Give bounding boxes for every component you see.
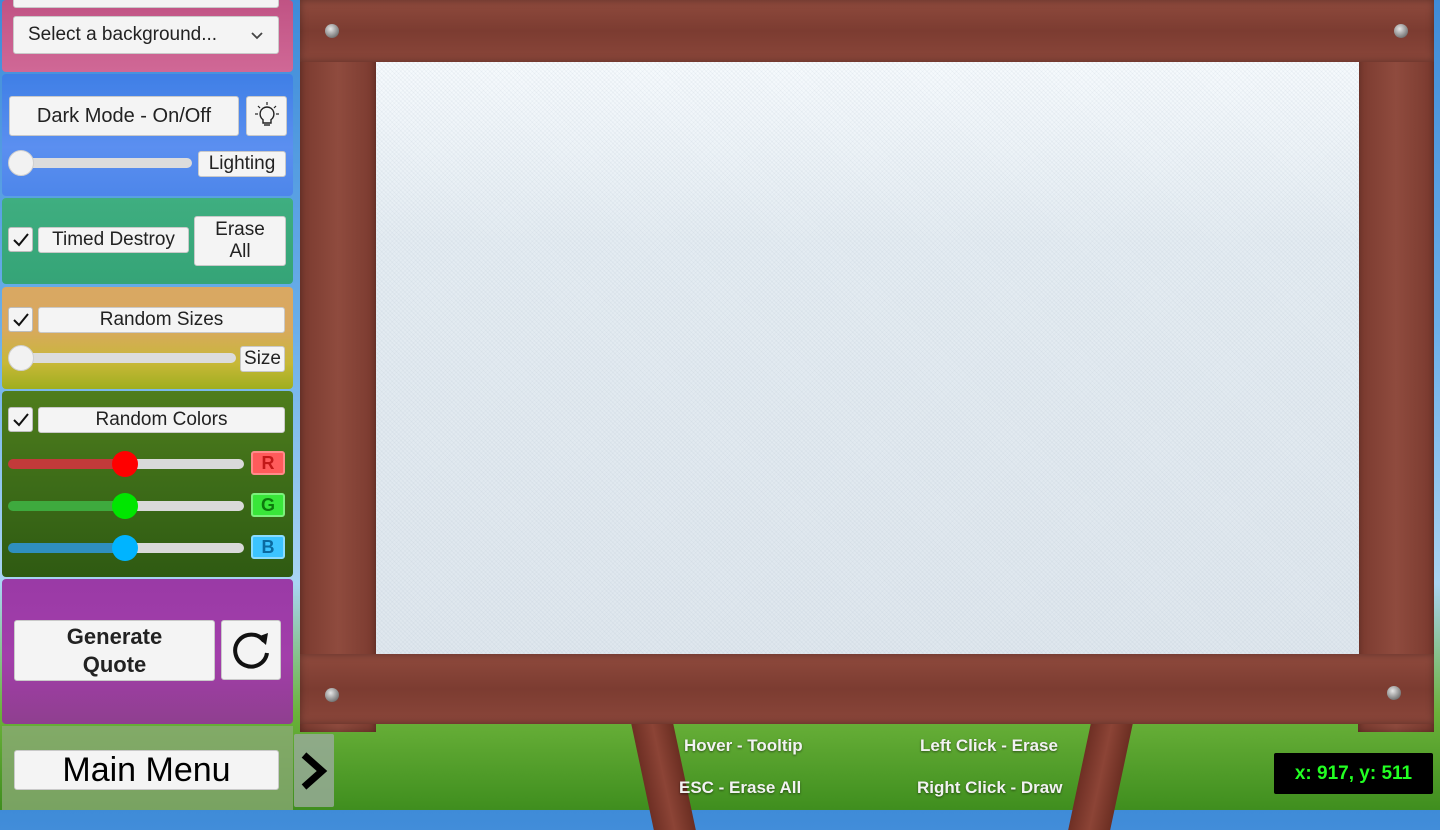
chevron-down-icon <box>251 32 263 40</box>
dark-mode-button[interactable]: Dark Mode - On/Off <box>9 96 239 136</box>
generate-quote-button[interactable]: Generate Quote <box>14 620 215 681</box>
lightbulb-icon <box>254 102 279 126</box>
sizes-panel <box>2 287 293 389</box>
lighting-label: Lighting <box>198 151 286 177</box>
cursor-coordinates: x: 917, y: 511 <box>1274 753 1433 794</box>
easel-frame-left <box>300 0 376 732</box>
lightbulb-button[interactable] <box>246 96 287 136</box>
timed-destroy-checkbox[interactable] <box>8 227 33 252</box>
background-select-top-edge <box>13 0 279 8</box>
background-select[interactable]: Select a background... <box>13 16 279 54</box>
size-label: Size <box>240 346 285 372</box>
screw-icon <box>1394 24 1408 38</box>
drawing-canvas[interactable] <box>376 62 1359 654</box>
random-sizes-checkbox[interactable] <box>8 307 33 332</box>
chevron-right-icon <box>301 751 328 790</box>
refresh-quote-button[interactable] <box>221 620 281 680</box>
collapse-panel-button[interactable] <box>294 734 334 807</box>
easel-frame-right <box>1358 0 1434 732</box>
easel-frame-top <box>300 0 1434 62</box>
red-slider-handle[interactable] <box>112 451 138 477</box>
size-slider-handle[interactable] <box>8 345 34 371</box>
timed-destroy-label: Timed Destroy <box>38 227 189 253</box>
lighting-slider-track[interactable] <box>14 158 192 168</box>
random-colors-label: Random Colors <box>38 407 285 433</box>
hint-right-click: Right Click - Draw <box>917 778 1063 797</box>
dark-mode-label: Dark Mode - On/Off <box>36 104 212 127</box>
easel-frame-bottom <box>300 654 1434 724</box>
random-sizes-label: Random Sizes <box>38 307 285 333</box>
screw-icon <box>325 688 339 702</box>
checkmark-icon <box>12 312 29 326</box>
green-channel-tag: G <box>251 493 285 517</box>
lighting-slider-handle[interactable] <box>8 150 34 176</box>
blue-slider-handle[interactable] <box>112 535 138 561</box>
hint-esc: ESC - Erase All <box>679 778 802 797</box>
blue-channel-tag: B <box>251 535 285 559</box>
size-slider-track[interactable] <box>14 353 236 363</box>
checkmark-icon <box>12 232 29 246</box>
green-slider-handle[interactable] <box>112 493 138 519</box>
screw-icon <box>1387 686 1401 700</box>
random-colors-checkbox[interactable] <box>8 407 33 432</box>
erase-all-button[interactable]: Erase All <box>194 216 286 266</box>
refresh-icon <box>233 632 269 669</box>
background-select-value: Select a background... <box>28 24 218 45</box>
screw-icon <box>325 24 339 38</box>
checkmark-icon <box>12 412 29 426</box>
red-channel-tag: R <box>251 451 285 475</box>
hint-left-click: Left Click - Erase <box>920 736 1058 755</box>
hint-hover-tooltip: Hover - Tooltip <box>684 736 803 755</box>
main-menu-button[interactable]: Main Menu <box>14 750 279 790</box>
